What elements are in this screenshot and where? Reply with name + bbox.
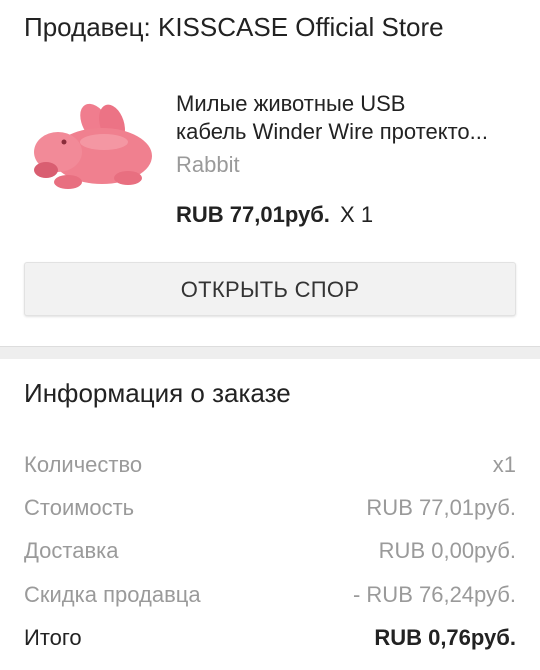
rabbit-icon: [34, 103, 152, 189]
total-label: Итого: [24, 625, 82, 650]
seller-name[interactable]: Продавец: KISSCASE Official Store: [24, 12, 444, 43]
order-product-item[interactable]: Милые животные USB кабель Winder Wire пр…: [0, 80, 540, 240]
total-value: RUB 0,76руб.: [374, 625, 516, 650]
product-price-line: RUB 77,01руб. X 1: [176, 202, 373, 228]
row-value: - RUB 76,24руб.: [352, 582, 516, 607]
order-info-row-cost: Стоимость RUB 77,01руб.: [24, 495, 516, 525]
product-quantity: X 1: [340, 202, 374, 227]
row-value: x1: [492, 452, 516, 477]
product-variant: Rabbit: [176, 152, 240, 177]
order-info-row-total: Итого RUB 0,76руб.: [24, 625, 516, 655]
product-image[interactable]: [24, 80, 160, 216]
row-label: Стоимость: [24, 495, 135, 520]
row-value: RUB 77,01руб.: [366, 495, 516, 520]
product-title[interactable]: Милые животные USB кабель Winder Wire пр…: [176, 90, 516, 146]
product-title-line-1: Милые животные USB: [176, 91, 406, 116]
product-price: RUB 77,01руб.: [176, 202, 330, 227]
order-info-row-seller-discount: Скидка продавца - RUB 76,24руб.: [24, 582, 516, 612]
row-label: Доставка: [24, 538, 119, 563]
row-label: Количество: [24, 452, 143, 477]
open-dispute-button[interactable]: ОТКРЫТЬ СПОР: [24, 262, 516, 316]
row-label: Скидка продавца: [24, 582, 201, 607]
section-divider: [0, 346, 540, 359]
product-title-line-2: кабель Winder Wire протекто...: [176, 119, 488, 144]
row-value: RUB 0,00руб.: [378, 538, 516, 563]
order-info-row-quantity: Количество x1: [24, 452, 516, 482]
order-info-title: Информация о заказе: [24, 378, 291, 408]
order-info-row-shipping: Доставка RUB 0,00руб.: [24, 538, 516, 568]
